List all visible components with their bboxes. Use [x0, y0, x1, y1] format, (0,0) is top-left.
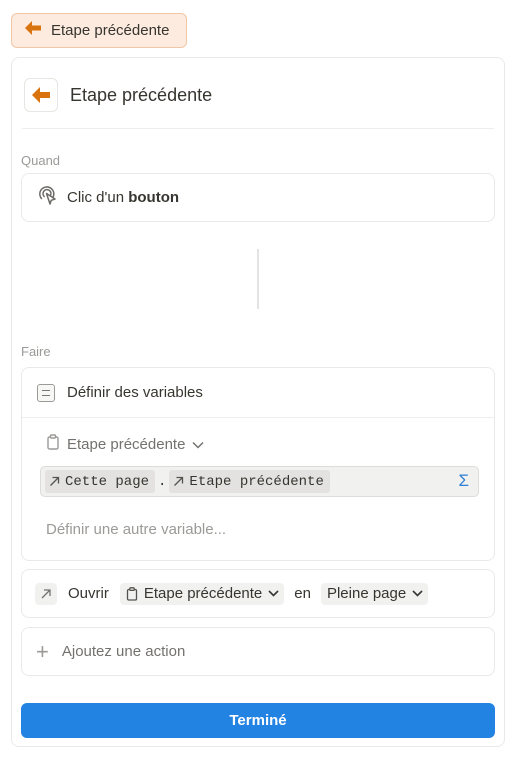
chevron-down-icon	[412, 590, 423, 597]
back-step-chip[interactable]: Etape précédente	[11, 13, 187, 48]
set-variables-header[interactable]: Définir des variables	[22, 368, 494, 418]
clipboard-icon	[126, 586, 137, 601]
variable-name-label: Etape précédente	[67, 436, 186, 453]
add-action-button[interactable]: + Ajoutez une action	[21, 627, 495, 676]
do-section-label: Faire	[21, 344, 51, 359]
automation-title[interactable]: Etape précédente	[70, 85, 212, 106]
open-connector-label: en	[294, 585, 311, 602]
set-variables-label: Définir des variables	[67, 384, 203, 401]
when-section-label: Quand	[21, 153, 61, 168]
formula-sigma-button[interactable]: Σ	[458, 471, 469, 491]
back-step-chip-label: Etape précédente	[51, 22, 170, 39]
add-action-label: Ajoutez une action	[61, 643, 186, 660]
cursor-click-icon	[37, 185, 57, 210]
formula-input[interactable]: Cette page . Etape précédente Σ	[40, 466, 479, 497]
open-mode-dropdown[interactable]: Pleine page	[320, 582, 429, 605]
open-target-dropdown[interactable]: Etape précédente	[119, 582, 285, 605]
open-action-label: Ouvrir	[68, 585, 109, 602]
header-divider	[22, 128, 494, 129]
flow-connector-line	[257, 249, 259, 309]
chevron-down-icon	[192, 436, 204, 454]
arrow-left-icon[interactable]	[24, 78, 58, 112]
add-variable-link[interactable]: Définir une autre variable...	[46, 521, 226, 538]
formula-separator: .	[158, 473, 167, 490]
done-button[interactable]: Terminé	[21, 703, 495, 738]
plus-icon: +	[36, 638, 49, 664]
chevron-down-icon	[268, 590, 279, 597]
automation-panel: Etape précédente Quand Clic d'un bouton …	[11, 57, 505, 747]
arrow-up-right-icon	[35, 582, 57, 605]
arrow-left-icon	[24, 20, 42, 41]
trigger-label: Clic d'un bouton	[67, 189, 180, 206]
trigger-card[interactable]: Clic d'un bouton	[21, 173, 495, 222]
formula-token-previous-step[interactable]: Etape précédente	[169, 470, 330, 493]
open-action-card: Ouvrir Etape précédente en Pleine page	[21, 569, 495, 618]
variable-name-dropdown[interactable]: Etape précédente	[46, 434, 204, 455]
arrow-up-right-icon	[174, 476, 184, 486]
set-variables-card: Définir des variables Etape précédente C…	[21, 367, 495, 561]
clipboard-icon	[46, 434, 60, 455]
automation-header: Etape précédente	[24, 78, 212, 112]
list-icon	[37, 383, 55, 402]
formula-token-this-page[interactable]: Cette page	[45, 470, 156, 493]
arrow-up-right-icon	[50, 476, 60, 486]
